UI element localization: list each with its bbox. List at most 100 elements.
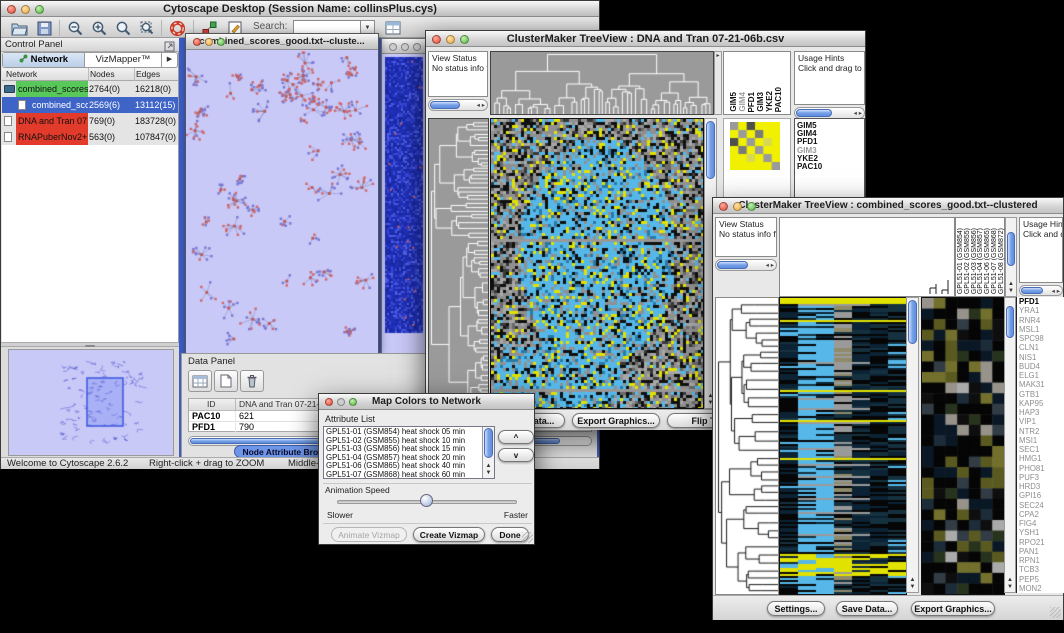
gene-label[interactable]: YRA1 (1017, 306, 1064, 315)
attribute-item[interactable]: GPL51-03 (GSM856) heat shock 15 min (326, 445, 480, 454)
network-row[interactable]: combined_sco2569(6)13112(15) (2, 97, 178, 113)
attribute-select-icon[interactable] (188, 370, 212, 392)
gene-label[interactable]: SPC98 (1017, 334, 1064, 343)
zoom-window-icon[interactable] (460, 35, 469, 44)
gene-label[interactable]: PUF3 (1017, 473, 1064, 482)
gene-label[interactable]: SEC24 (1017, 501, 1064, 510)
scrollbar-thumb[interactable] (908, 300, 917, 344)
row-dendrogram-canvas[interactable] (428, 118, 489, 409)
attribute-item[interactable]: GPL51-04 (GSM857) heat shock 20 min (326, 454, 480, 463)
gene-label[interactable]: NIS1 (1017, 353, 1064, 362)
scrollbar-thumb[interactable] (1007, 232, 1015, 266)
column-label[interactable]: GIM3 (756, 92, 765, 112)
treeview1-titlebar[interactable]: ClusterMaker TreeView : DNA and Tran 07-… (426, 31, 865, 47)
column-dendrogram-area[interactable] (779, 217, 955, 297)
gene-label[interactable]: HRD3 (1017, 482, 1064, 491)
gene-label[interactable]: VIP1 (1017, 417, 1064, 426)
attribute-item[interactable]: GPL51-01 (GSM854) heat shock 05 min (326, 428, 480, 437)
speed-slider-thumb[interactable] (420, 494, 433, 507)
network-row[interactable]: combined_scores2764(0)16218(0) (2, 81, 178, 97)
resize-grip[interactable] (522, 532, 533, 543)
scrollbar-thumb[interactable] (717, 261, 748, 269)
gene-list-vscrollbar[interactable]: ▲▼ (1004, 297, 1016, 593)
attribute-item[interactable]: GPL51-06 (GSM865) heat shock 40 min (326, 462, 480, 471)
network-graph-canvas[interactable] (186, 51, 378, 353)
column-dendrogram-canvas[interactable] (490, 51, 714, 115)
scrollbar-thumb[interactable] (1006, 306, 1014, 338)
usage-hints-scrollbar[interactable]: ◂ ▸ (1019, 285, 1063, 296)
gene-label[interactable]: ELG1 (1017, 371, 1064, 380)
table-cell-value[interactable]: 790 (239, 422, 254, 432)
heatmap-canvas[interactable] (490, 118, 704, 409)
tab-vizmapper[interactable]: VizMapper™ (85, 53, 161, 67)
close-icon[interactable] (432, 35, 441, 44)
gene-label[interactable]: RPN1 (1017, 556, 1064, 565)
minimize-icon[interactable] (21, 5, 30, 14)
scrollbar-thumb[interactable] (796, 109, 832, 117)
table-cell-value[interactable]: 621 (239, 411, 254, 421)
scrollbar-thumb[interactable] (1021, 287, 1043, 294)
column-label[interactable]: GIM4 (738, 92, 747, 112)
attribute-item[interactable]: GPL51-07 (GSM868) heat shock 60 min (326, 471, 480, 479)
attribute-listbox[interactable]: GPL51-01 (GSM854) heat shock 05 minGPL51… (323, 426, 495, 479)
zoom-window-icon[interactable] (349, 398, 357, 406)
zoom-in-icon[interactable] (87, 19, 111, 38)
zoom-window-icon[interactable] (413, 43, 421, 51)
close-icon[interactable] (7, 5, 16, 14)
close-icon[interactable] (325, 398, 333, 406)
column-label[interactable]: PAC10 (774, 87, 783, 112)
scroll-right-icon[interactable]: ▸ (714, 51, 722, 115)
birdseye-canvas[interactable] (8, 349, 174, 456)
gene-label[interactable]: RPO21 (1017, 538, 1064, 547)
column-label[interactable]: YKE2 (765, 91, 774, 112)
network-row[interactable]: RNAPuberNov2+563(0)107847(0) (2, 129, 178, 145)
gene-label[interactable]: FIG4 (1017, 519, 1064, 528)
gene-label[interactable]: PAN1 (1017, 547, 1064, 556)
network-window[interactable]: combined_scores_good.txt--cluste... (185, 33, 379, 353)
zoom-window-icon[interactable] (35, 5, 44, 14)
scrollbar-thumb[interactable] (430, 101, 460, 109)
column-header[interactable]: Nodes (90, 69, 115, 79)
gene-label[interactable]: GPI16 (1017, 491, 1064, 500)
heatmap-vscrollbar[interactable]: ▲▼ (906, 297, 919, 593)
column-label[interactable]: GIM5 (729, 92, 738, 112)
export-graphics-button[interactable]: Export Graphics... (911, 601, 995, 616)
settings-button[interactable]: Settings... (767, 601, 825, 616)
gene-label[interactable]: CLN1 (1017, 343, 1064, 352)
tab-network[interactable]: Network (3, 53, 85, 67)
minimize-icon[interactable] (733, 202, 742, 211)
attribute-list-vscrollbar[interactable]: ▲▼ (482, 427, 494, 478)
row-label[interactable]: PAC10 (797, 162, 822, 171)
column-label[interactable]: GPL51-01 (GSM854) (957, 228, 964, 294)
table-cell-id[interactable]: PFD1 (192, 422, 215, 432)
attribute-item[interactable]: GPL51-02 (GSM855) heat shock 10 min (326, 437, 480, 446)
zoom-heatmap-canvas[interactable] (921, 297, 1005, 595)
gene-label[interactable]: NTR2 (1017, 427, 1064, 436)
animate-vizmap-button[interactable]: Animate Vizmap (331, 527, 407, 542)
column-header[interactable]: Network (6, 69, 37, 79)
minimize-icon[interactable] (205, 38, 213, 46)
network-row[interactable]: DNA and Tran 07769(0)183728(0) (2, 113, 178, 129)
gene-label[interactable]: HAP3 (1017, 408, 1064, 417)
column-labels-vscrollbar[interactable]: ▲▼ (1005, 217, 1017, 297)
table-cell-id[interactable]: PAC10 (192, 411, 220, 421)
view-status-scrollbar[interactable]: ◂ ▸ (715, 259, 777, 271)
gene-label[interactable]: MSL1 (1017, 325, 1064, 334)
export-graphics-button[interactable]: Export Graphics... (572, 413, 660, 428)
minimize-icon[interactable] (337, 398, 345, 406)
save-icon[interactable] (33, 19, 57, 38)
gene-label[interactable]: PHO81 (1017, 464, 1064, 473)
open-folder-icon[interactable] (7, 19, 31, 38)
delete-attribute-trash-icon[interactable] (240, 370, 264, 392)
treeview2-titlebar[interactable]: ClusterMaker TreeView : combined_scores_… (713, 198, 1063, 214)
column-header[interactable]: ID (207, 399, 216, 409)
zoom-fit-icon[interactable] (111, 19, 135, 38)
dialog-titlebar[interactable]: Map Colors to Network (319, 394, 534, 410)
tab-overflow-icon[interactable]: ▶ (161, 53, 177, 67)
view-status-scrollbar[interactable]: ◂ ▸ (428, 99, 488, 111)
gene-label[interactable]: TCB3 (1017, 565, 1064, 574)
resize-grip[interactable] (1050, 607, 1061, 618)
gene-label[interactable]: RNR4 (1017, 316, 1064, 325)
gene-label[interactable]: MSI1 (1017, 436, 1064, 445)
column-label[interactable]: GPL51-02 (GSM855) (964, 228, 971, 294)
